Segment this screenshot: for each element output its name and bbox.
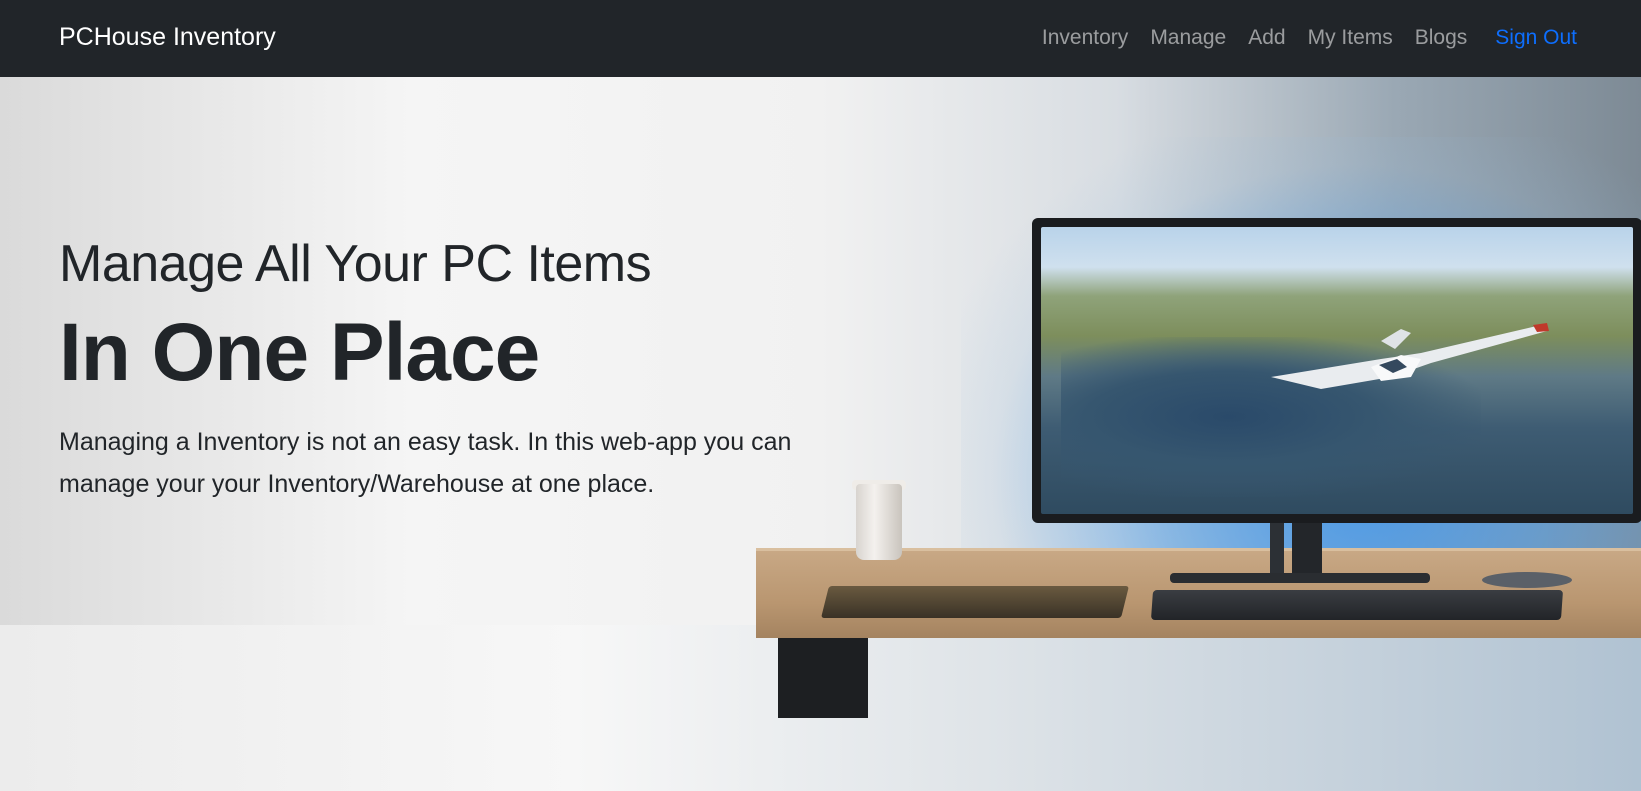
keyboard	[1150, 590, 1564, 620]
nav-link-add[interactable]: Add	[1248, 26, 1285, 50]
hero-title: In One Place	[59, 307, 540, 398]
coffee-cup	[856, 484, 902, 560]
monitor-stand-rear	[1270, 521, 1284, 579]
monitor	[1032, 218, 1641, 523]
brand-logo-link[interactable]: PCHouse Inventory	[59, 23, 276, 52]
monitor-stand	[1292, 521, 1322, 579]
laptop	[821, 586, 1129, 618]
top-navbar: PCHouse Inventory Inventory Manage Add M…	[0, 0, 1641, 77]
hero-text: Manage All Your PC Items In One Place Ma…	[59, 233, 839, 505]
hero-description: Managing a Inventory is not an easy task…	[59, 428, 792, 498]
nav-link-manage[interactable]: Manage	[1150, 26, 1226, 50]
airplane-image	[1271, 323, 1549, 389]
sign-out-button[interactable]: Sign Out	[1495, 26, 1577, 50]
nav-link-my-items[interactable]: My Items	[1308, 26, 1393, 50]
desk-leg	[778, 638, 868, 718]
monitor-screen	[1041, 227, 1633, 514]
nav-link-inventory[interactable]: Inventory	[1042, 26, 1128, 50]
monitor-base	[1170, 573, 1430, 583]
nav-links: Inventory Manage Add My Items Blogs Sign…	[1020, 26, 1577, 50]
nav-link-blogs[interactable]: Blogs	[1415, 26, 1468, 50]
hero-subtitle: Manage All Your PC Items	[59, 235, 652, 293]
speaker-puck	[1482, 572, 1572, 588]
